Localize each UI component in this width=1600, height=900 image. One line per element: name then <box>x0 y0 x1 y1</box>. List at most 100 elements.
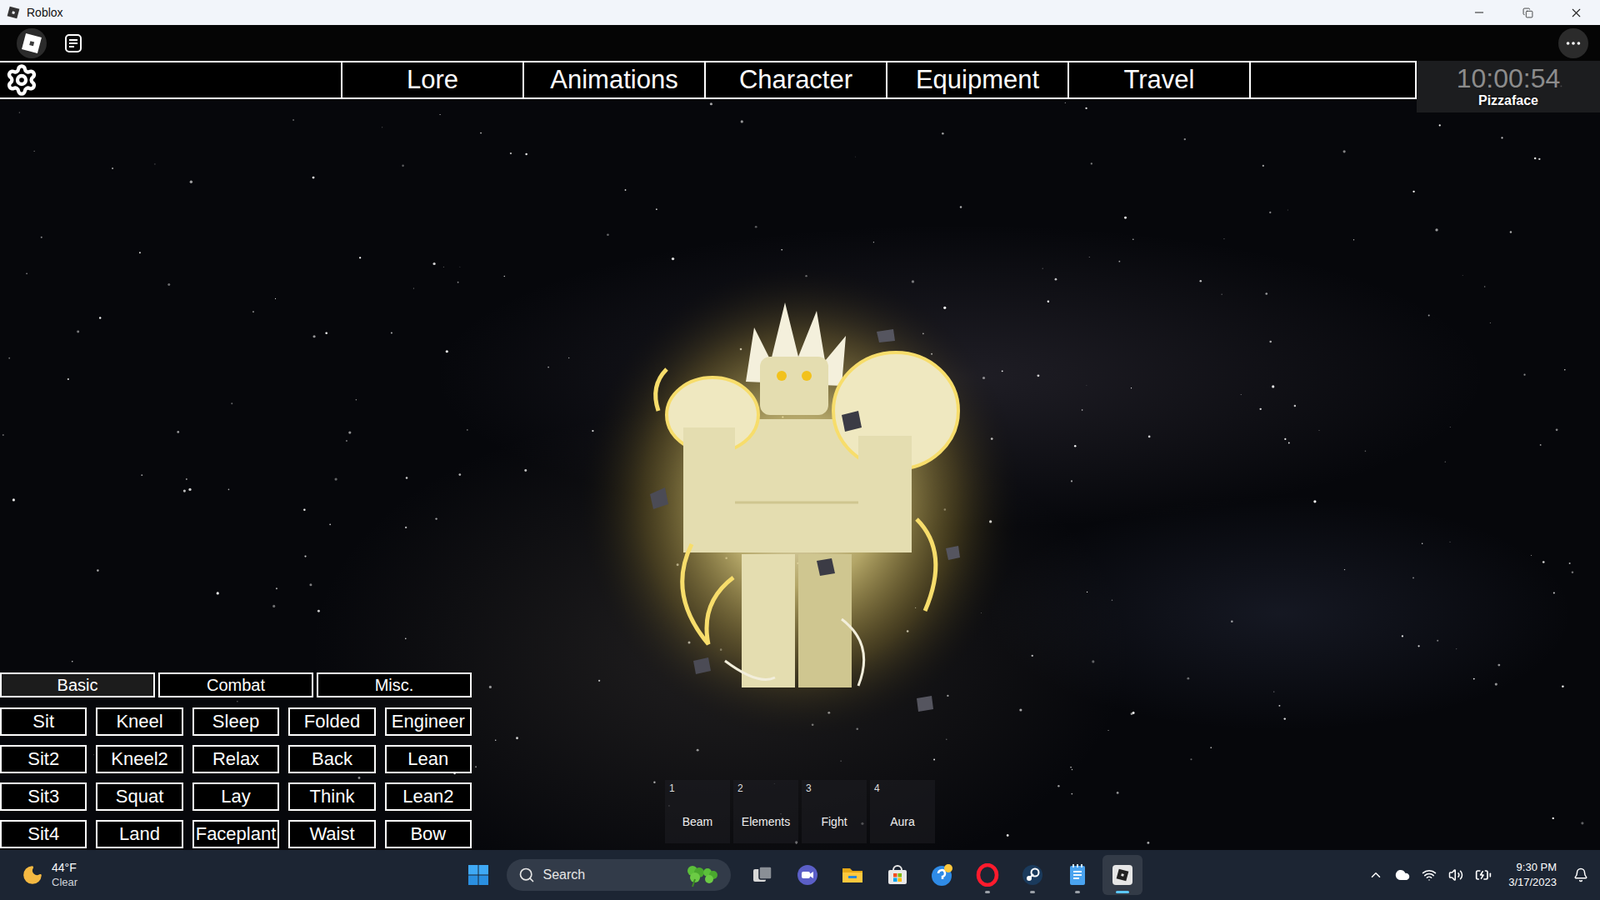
window-title-bar: Roblox <box>0 0 1600 25</box>
game-menu-tab[interactable]: Lore <box>342 62 525 98</box>
animation-button[interactable]: Lean2 <box>385 782 472 811</box>
chat-button[interactable] <box>58 28 89 59</box>
roblox-app-icon <box>1110 863 1135 887</box>
animation-button[interactable]: Engineer <box>385 707 472 736</box>
hotbar-slot-label: Beam <box>682 815 714 829</box>
animations-panel-tabs: BasicCombatMisc. <box>0 672 472 698</box>
animation-button[interactable]: Sit2 <box>0 745 87 774</box>
animation-button[interactable]: Land <box>95 820 183 849</box>
get-help-icon <box>930 862 955 888</box>
animation-button[interactable]: Folded <box>288 707 375 736</box>
moon-icon <box>21 864 44 886</box>
hotbar-slot-key: 1 <box>669 782 675 795</box>
animation-button[interactable]: Faceplant <box>192 820 280 849</box>
weather-temperature: 44°F <box>51 860 78 876</box>
window-title: Roblox <box>26 5 64 20</box>
steam-icon <box>1020 863 1045 887</box>
battery-icon[interactable] <box>1475 866 1492 884</box>
clock-date: 3/17/2023 <box>1508 875 1557 890</box>
more-options-button[interactable] <box>1558 28 1589 59</box>
game-menu-tab[interactable]: Animations <box>524 62 706 98</box>
animation-button[interactable]: Kneel2 <box>95 745 183 774</box>
roblox-menu-button[interactable] <box>16 28 47 59</box>
steam-button[interactable] <box>1012 855 1053 895</box>
animations-panel: BasicCombatMisc. Sit Kneel Sleep Folded Engin… <box>0 672 472 849</box>
restore-button[interactable] <box>1503 0 1552 25</box>
taskbar: 44°FClear Search 9:30 PM3/17/2023 <box>0 850 1600 900</box>
opera-button[interactable] <box>967 855 1008 895</box>
game-menu-tab[interactable]: Equipment <box>887 62 1070 98</box>
get-help-button[interactable] <box>922 855 963 895</box>
speaker-icon[interactable] <box>1448 867 1464 883</box>
animations-button-grid: Sit Kneel Sleep Folded Engineer Sit2 Kneel2 Rel… <box>0 707 472 849</box>
running-indicator <box>1030 890 1035 894</box>
start-button[interactable] <box>458 855 499 895</box>
animation-button[interactable]: Sit3 <box>0 782 87 811</box>
taskbar-clock[interactable]: 9:30 PM3/17/2023 <box>1503 860 1562 890</box>
hotbar-slot[interactable]: 2 Elements <box>733 780 799 844</box>
opera-icon <box>975 863 1000 887</box>
player-name: Pizzaface <box>1478 92 1539 109</box>
file-explorer-icon <box>840 863 865 887</box>
hotbar-slot-label: Elements <box>741 815 790 829</box>
game-menu-row: LoreAnimationsCharacterEquipmentTravel10… <box>0 60 1600 113</box>
shamrock-icon <box>682 862 721 888</box>
roblox-top-bar-left <box>16 28 89 59</box>
hotbar: 1 Beam 2 Elements 3Fight4Aura <box>665 780 935 844</box>
hotbar-slot-label: Aura <box>890 815 915 829</box>
close-icon <box>1569 5 1584 20</box>
animation-button[interactable]: Back <box>288 745 375 774</box>
system-tray: 9:30 PM3/17/2023 <box>1368 860 1600 890</box>
game-menu-tab[interactable]: Travel <box>1069 62 1251 98</box>
taskbar-center: Search <box>458 855 1143 895</box>
animation-button[interactable]: Relax <box>192 745 280 774</box>
hotbar-slot[interactable]: 4Aura <box>870 780 935 844</box>
animation-button[interactable]: Lay <box>192 782 280 811</box>
windows-start-icon <box>467 864 490 886</box>
wifi-icon[interactable] <box>1421 867 1437 883</box>
minimize-button[interactable] <box>1455 0 1504 25</box>
store-button[interactable] <box>877 855 918 895</box>
window-title-group: Roblox <box>0 5 64 20</box>
store-icon <box>885 863 910 887</box>
animation-button[interactable]: Sit <box>0 707 87 736</box>
chevron-up-icon[interactable] <box>1368 867 1384 883</box>
animation-button[interactable]: Lean <box>385 745 472 774</box>
settings-cell[interactable] <box>0 62 343 98</box>
weather-widget[interactable]: 44°FClear <box>0 860 459 890</box>
hotbar-slot[interactable]: 1 Beam <box>665 780 730 844</box>
teams-chat-icon <box>795 863 820 887</box>
restore-icon <box>1522 7 1534 19</box>
close-button[interactable] <box>1551 0 1600 25</box>
hotbar-slot-key: 3 <box>805 782 812 795</box>
game-menu-tab[interactable]: Character <box>705 62 888 98</box>
notepad-button[interactable] <box>1057 855 1098 895</box>
animation-button[interactable]: Think <box>288 782 375 811</box>
animation-button[interactable]: Kneel <box>95 707 183 736</box>
task-view-icon <box>751 864 774 886</box>
empty-menu-tab <box>1250 62 1417 98</box>
animation-button[interactable]: Sit4 <box>0 820 87 849</box>
ellipsis-icon <box>1564 34 1583 53</box>
roblox-top-bar <box>0 25 1600 61</box>
running-indicator <box>1115 890 1130 894</box>
weather-condition: Clear <box>51 875 78 890</box>
roblox-button[interactable] <box>1102 855 1143 895</box>
onedrive-cloud-icon[interactable] <box>1395 867 1410 883</box>
file-explorer-button[interactable] <box>832 855 873 895</box>
animations-category-tab[interactable]: Misc. <box>316 672 472 698</box>
task-view-button[interactable] <box>742 855 783 895</box>
hotbar-slot-key: 2 <box>737 782 744 795</box>
animations-category-tab[interactable]: Basic <box>0 672 155 698</box>
animations-category-tab[interactable]: Combat <box>158 672 314 698</box>
game-menu-bar: LoreAnimationsCharacterEquipmentTravel <box>0 60 1417 100</box>
taskbar-search[interactable]: Search <box>506 859 731 891</box>
animation-button[interactable]: Waist <box>288 820 375 849</box>
animation-button[interactable]: Squat <box>95 782 183 811</box>
chat-button[interactable] <box>787 855 828 895</box>
animation-button[interactable]: Sleep <box>192 707 280 736</box>
animation-button[interactable]: Bow <box>385 820 472 849</box>
minimize-icon <box>1472 5 1486 20</box>
notification-bell-icon[interactable] <box>1573 867 1589 883</box>
hotbar-slot[interactable]: 3Fight <box>801 780 867 844</box>
